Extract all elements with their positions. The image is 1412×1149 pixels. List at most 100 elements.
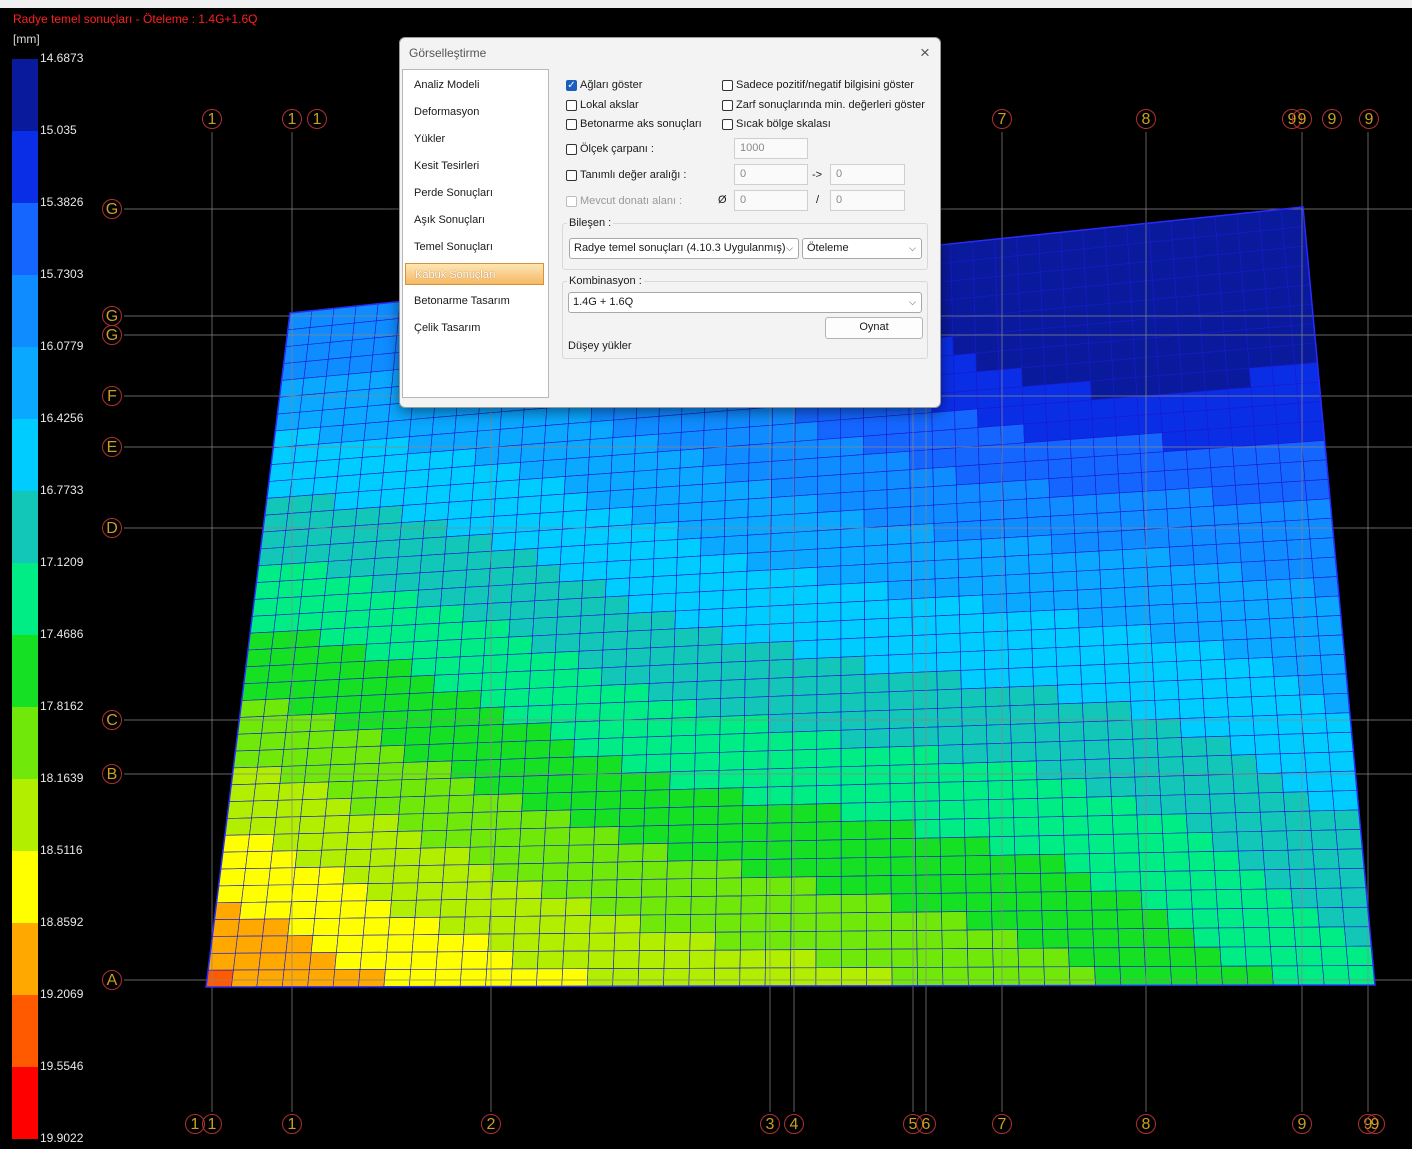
nav-item[interactable]: Temel Sonuçları — [405, 236, 544, 258]
mesh-cell — [354, 745, 382, 765]
mesh-cell — [403, 744, 430, 763]
axis-bubble: 9 — [1292, 1114, 1312, 1134]
checkbox-box[interactable] — [722, 118, 733, 130]
mesh-cell — [1243, 927, 1271, 948]
mesh-cell — [455, 690, 482, 710]
range-to-input[interactable]: 0 — [830, 164, 905, 185]
mesh-cell — [770, 550, 795, 571]
checkbox-box[interactable] — [566, 143, 577, 155]
mesh-cell — [933, 521, 959, 543]
mesh-cell — [887, 561, 912, 582]
mesh-cell — [409, 417, 434, 438]
defined-range-checkbox[interactable]: Tanımlı değer aralığı : — [566, 169, 686, 181]
checkbox-box[interactable]: ✓ — [566, 79, 577, 91]
checkbox-box[interactable] — [566, 195, 577, 207]
close-icon[interactable]: × — [914, 42, 936, 64]
mesh-cell — [228, 783, 256, 802]
visualization-dialog[interactable]: Görselleştirme × Analiz Modeli Deformasyo… — [399, 37, 941, 408]
show-mesh-checkbox[interactable]: ✓ Ağları göster — [566, 79, 642, 91]
mesh-cell — [644, 771, 671, 791]
mesh-cell — [366, 625, 393, 645]
axis-bubble: 1 — [202, 109, 222, 129]
mesh-cell — [297, 612, 324, 632]
existing-rebar-checkbox[interactable]: Mevcut donatı alanı : — [566, 195, 682, 207]
mesh-cell — [502, 705, 529, 725]
rebar-spacing-input[interactable]: 0 — [830, 190, 905, 211]
mesh-cell — [599, 701, 625, 722]
scale-factor-checkbox[interactable]: Ölçek çarpanı : — [566, 143, 654, 155]
mesh-cell — [792, 676, 818, 696]
legend-value: 15.3826 — [40, 195, 84, 209]
range-from-input[interactable]: 0 — [734, 164, 808, 185]
mesh-cell — [587, 472, 612, 493]
mesh-cell — [1112, 833, 1140, 854]
checkbox-box[interactable] — [722, 99, 733, 111]
mesh-cell — [1124, 586, 1150, 607]
mesh-cell — [1302, 459, 1329, 482]
mesh-cell — [313, 679, 340, 698]
mesh-cell — [385, 675, 412, 695]
mesh-cell — [1091, 416, 1117, 439]
nav-item[interactable]: Perde Sonuçları — [405, 182, 544, 204]
play-button[interactable]: Oynat — [825, 317, 923, 339]
nav-item[interactable]: Çelik Tasarım — [405, 317, 544, 339]
mesh-cell — [1188, 486, 1214, 508]
mesh-cell — [1223, 329, 1249, 352]
mesh-cell — [339, 660, 366, 680]
mesh-cell — [958, 594, 984, 616]
mesh-cell — [1015, 891, 1043, 912]
nav-item[interactable]: Betonarme Tasarım — [405, 290, 544, 312]
mesh-cell — [485, 968, 513, 987]
mesh-cell — [695, 716, 721, 736]
nav-item[interactable]: Kesit Tesirleri — [405, 155, 544, 177]
mesh-cell — [404, 469, 430, 489]
mesh-cell — [1117, 472, 1143, 494]
nav-item[interactable]: Analiz Modeli — [405, 74, 544, 96]
mesh-cell — [279, 765, 307, 784]
mesh-cell — [580, 596, 606, 617]
envelope-min-checkbox[interactable]: Zarf sonuçlarında min. değerleri göster — [722, 99, 925, 111]
checkbox-box[interactable] — [566, 169, 577, 181]
nav-item[interactable]: Aşık Sonuçları — [405, 209, 544, 231]
mesh-cell — [985, 705, 1011, 726]
mesh-cell — [1271, 364, 1297, 386]
mesh-cell — [1217, 252, 1242, 275]
mesh-cell — [642, 842, 669, 862]
result-type-select[interactable]: Radye temel sonuçları (4.10.3 Uygulanmış… — [569, 238, 799, 259]
mesh-cell — [983, 630, 1009, 652]
mesh-cell — [1314, 595, 1342, 617]
scale-factor-input[interactable]: 1000 — [734, 138, 808, 159]
local-axes-checkbox[interactable]: Lokal akslar — [566, 99, 639, 111]
checkbox-box[interactable] — [566, 118, 577, 130]
mesh-cell — [1170, 965, 1198, 986]
rc-axis-results-checkbox[interactable]: Betonarme aks sonuçları — [566, 118, 702, 130]
axis-bubble: G — [102, 325, 122, 345]
mesh-cell — [447, 794, 475, 814]
mesh-cell — [524, 739, 551, 759]
mesh-cell — [723, 534, 748, 555]
combination-select[interactable]: 1.4G + 1.6Q ⌵ — [568, 292, 922, 313]
nav-item[interactable]: Deformasyon — [405, 101, 544, 123]
nav-item[interactable]: Yükler — [405, 128, 544, 150]
mesh-cell — [984, 668, 1010, 689]
mesh-cell — [1086, 303, 1111, 325]
mesh-cell — [505, 670, 531, 690]
mesh-cell — [864, 691, 890, 712]
heat-scale-checkbox[interactable]: Sıcak bölge skalası — [722, 118, 831, 130]
checkbox-box[interactable] — [566, 99, 577, 111]
mesh-cell — [367, 608, 394, 628]
mesh-cell — [1217, 561, 1243, 584]
mesh-cell — [791, 839, 817, 860]
nav-item[interactable]: Kabuk Sonuçları — [405, 263, 544, 285]
legend-swatch — [12, 203, 38, 275]
rebar-diameter-input[interactable]: 0 — [734, 190, 808, 211]
checkbox-box[interactable] — [722, 79, 733, 91]
legend-value: 17.1209 — [40, 555, 84, 569]
mesh-cell — [309, 952, 337, 971]
only-pos-neg-checkbox[interactable]: Sadece pozitif/negatif bilgisini göster — [722, 79, 914, 91]
mesh-cell — [1065, 872, 1092, 892]
quantity-select[interactable]: Öteleme ⌵ — [802, 238, 922, 259]
mesh-cell — [469, 828, 497, 848]
category-list[interactable]: Analiz Modeli Deformasyon Yükler Kesit Tesi… — [402, 69, 549, 398]
mesh-cell — [1215, 542, 1242, 564]
